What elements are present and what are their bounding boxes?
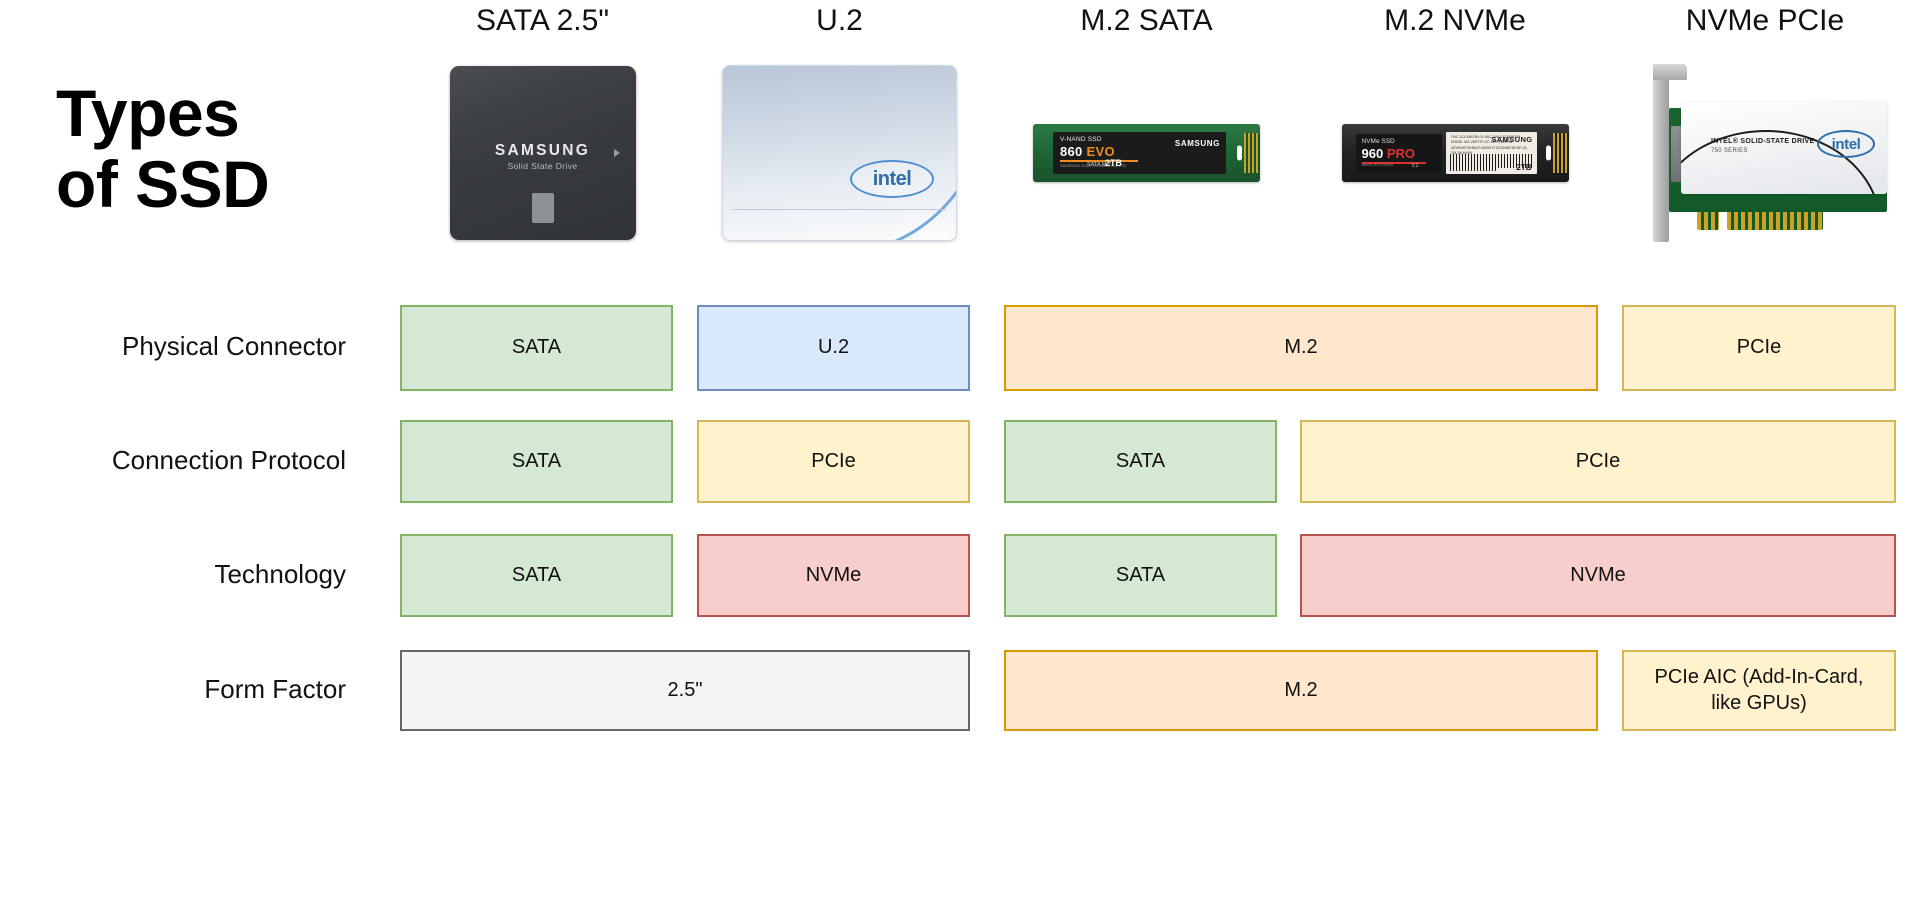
cell-2-2: SATA [1004,534,1277,617]
gold-edge-connector [1244,133,1260,173]
samsung-960-pro-m2-illustration: NVMe SSD 960 PRO V.2 MADE IN KOREA TMC 1… [1341,124,1569,182]
row-label-form-factor: Form Factor [204,673,346,704]
cell-1-3: PCIe [1300,420,1896,503]
cell-3-1: M.2 [1004,650,1598,731]
cell-1-1: PCIe [697,420,970,503]
drive-label: V-NAND SSD 860 EVO SATA M.2 SAMSUNG ELEC… [1053,132,1226,174]
model-text: 860 EVO [1060,144,1115,159]
product-image-sata-2-5-drive: SAMSUNG Solid State Drive [400,58,685,248]
capacity-text: 2TB [1516,163,1532,172]
product-image-u2-drive: intel [697,58,982,248]
column-header-m2-nvme: M.2 NVMe [1384,4,1526,37]
cell-0-0: SATA [400,305,673,391]
pcie-edge-connector-short [1697,212,1719,230]
cell-3-0: 2.5" [400,650,970,731]
column-header-sata-2-5: SATA 2.5" [476,4,609,37]
baseline-graphic [733,208,946,210]
gold-edge-connector [1552,133,1569,173]
version-text: V.2 [1411,163,1419,169]
fine-print: MADE IN KOREA [1361,162,1394,167]
cell-2-1: NVMe [697,534,970,617]
cell-0-2: M.2 [1004,305,1598,391]
product-image-m2-nvme-drive: NVMe SSD 960 PRO V.2 MADE IN KOREA TMC 1… [1300,58,1610,248]
cell-1-0: SATA [400,420,673,503]
intel-ssd-text: INTEL® SOLID-STATE DRIVE [1711,138,1815,145]
samsung-25-inch-ssd-illustration: SAMSUNG Solid State Drive [449,66,636,240]
card-shroud: INTEL® SOLID-STATE DRIVE 750 SERIES inte… [1681,102,1887,194]
cell-0-1: U.2 [697,305,970,391]
column-header-m2-sata: M.2 SATA [1080,4,1213,37]
v-nand-text: V-NAND SSD [1060,136,1102,143]
solid-state-drive-text: Solid State Drive [507,161,578,171]
intel-logo: intel [1817,130,1875,158]
intel-logo: intel [850,160,934,198]
samsung-wordmark: SAMSUNG [1174,139,1220,148]
drive-label: NVMe SSD 960 PRO V.2 MADE IN KOREA [1355,134,1442,172]
label-pad [531,193,554,223]
pci-bracket-tab [1653,64,1687,80]
model-text: 960 PRO [1361,146,1415,161]
row-label-technology: Technology [214,558,346,589]
cell-0-3: PCIe [1622,305,1896,391]
samsung-wordmark: SAMSUNG [1491,135,1533,144]
title-line-2: of SSD [56,147,270,222]
nvme-ssd-text: NVMe SSD [1361,138,1395,145]
cell-1-2: SATA [1004,420,1277,503]
samsung-860-evo-m2-illustration: V-NAND SSD 860 EVO SATA M.2 SAMSUNG ELEC… [1033,124,1260,182]
pci-bracket [1653,64,1669,242]
intel-u2-ssd-illustration: intel [722,65,957,241]
intel-750-pcie-card-illustration: INTEL® SOLID-STATE DRIVE 750 SERIES inte… [1641,64,1889,242]
capacity-text: 2TB [1105,158,1123,168]
cell-2-0: SATA [400,534,673,617]
column-header-u2: U.2 [816,4,863,37]
row-label-connection-protocol: Connection Protocol [111,444,346,475]
product-image-nvme-pcie-card: INTEL® SOLID-STATE DRIVE 750 SERIES inte… [1622,58,1908,248]
row-label-physical-connector: Physical Connector [122,331,346,361]
swoosh-graphic [802,70,956,240]
cell-3-2: PCIe AIC (Add-In-Card, like GPUs) [1622,650,1896,731]
column-header-nvme-pcie: NVMe PCIe [1685,4,1845,37]
samsung-wordmark: SAMSUNG [494,142,591,160]
pcie-edge-connector [1727,212,1823,230]
spec-sticker: TMC 123-456789-01 MLC S/N 0123456789 MOD… [1445,132,1537,174]
infographic-root: Types of SSD SATA 2.5" U.2 M.2 SATA M.2 … [0,0,1914,904]
title-line-1: Types [56,76,240,150]
barcode-icon-secondary [1449,160,1497,171]
cell-2-3: NVMe [1300,534,1896,617]
connector-notch [1237,145,1242,161]
connector-notch [1545,145,1551,161]
page-title: Types of SSD [56,76,396,222]
triangle-icon [613,149,620,157]
series-text: 750 SERIES [1711,148,1748,154]
product-image-m2-sata-drive: V-NAND SSD 860 EVO SATA M.2 SAMSUNG ELEC… [1004,58,1289,248]
